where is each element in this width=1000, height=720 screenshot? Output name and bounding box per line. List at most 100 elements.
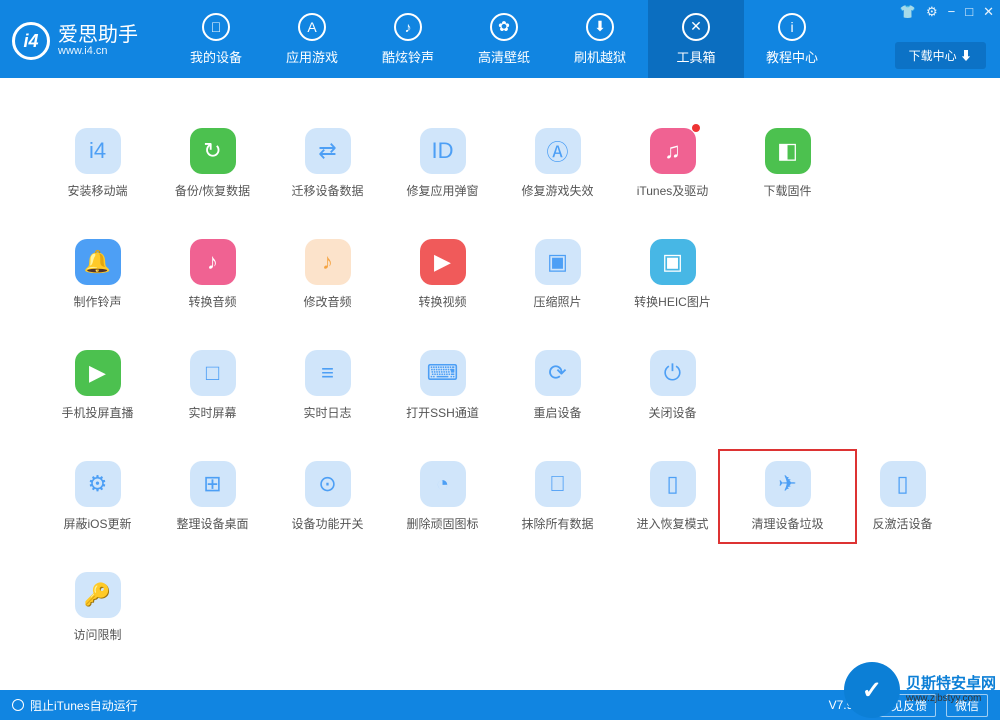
tool-label: 整理设备桌面 bbox=[176, 515, 248, 532]
nav-icon: A bbox=[298, 13, 326, 41]
main-area: i4安装移动端↻备份/恢复数据 ⇄ 迁移设备数据 ID 修复应用弹窗 Ⓐ 修复游戏失效 ♫ iT… bbox=[0, 78, 1000, 690]
tool-label: 安装移动端 bbox=[67, 182, 127, 199]
settings-icon[interactable]: ⚙ bbox=[926, 4, 938, 20]
tool-label: 清理设备垃圾 bbox=[751, 515, 823, 532]
tool-item[interactable]: ⌨ 打开SSH通道 bbox=[385, 350, 500, 421]
tool-label: 修复应用弹窗 bbox=[406, 182, 478, 199]
tool-icon: ✈ bbox=[765, 461, 811, 507]
tool-item[interactable]: ♪修改音频 bbox=[270, 239, 385, 310]
tool-item[interactable]: ↻备份/恢复数据 bbox=[155, 128, 270, 199]
nav-icon:  bbox=[202, 13, 230, 41]
tool-icon: ≡ bbox=[305, 350, 351, 396]
tool-item[interactable]: ▣转换HEIC图片 bbox=[615, 239, 730, 310]
tool-item[interactable]: ◧下载固件 bbox=[730, 128, 845, 199]
nav-icon: ✿ bbox=[490, 13, 518, 41]
tool-label: 关闭设备 bbox=[648, 404, 696, 421]
tool-item[interactable]: ▶ 手机投屏直播 bbox=[40, 350, 155, 421]
tool-label: 压缩照片 bbox=[533, 293, 581, 310]
tool-item[interactable]: ▣ 压缩照片 bbox=[500, 239, 615, 310]
tool-item[interactable]: ⊞ 整理设备桌面 bbox=[155, 461, 270, 532]
tool-icon: ⚙ bbox=[75, 461, 121, 507]
nav-icon: i bbox=[778, 13, 806, 41]
tool-item[interactable]: 抹除所有数据 bbox=[500, 461, 615, 532]
tool-label: 访问限制 bbox=[73, 626, 121, 643]
tool-icon: 🔔 bbox=[75, 239, 121, 285]
close-button[interactable]: ✕ bbox=[983, 4, 994, 20]
logo: i4 爱思助手 www.i4.cn bbox=[12, 22, 138, 60]
tool-icon: ◧ bbox=[765, 128, 811, 174]
nav-label: 教程中心 bbox=[766, 47, 818, 66]
tool-label: 反激活设备 bbox=[872, 515, 932, 532]
nav-item-1[interactable]: A 应用游戏 bbox=[264, 0, 360, 78]
minimize-button[interactable]: − bbox=[948, 4, 956, 20]
tool-item[interactable]: ≡实时日志 bbox=[270, 350, 385, 421]
tool-item[interactable]: ▯进入恢复模式 bbox=[615, 461, 730, 532]
download-center-button[interactable]: 下载中心 ⬇ bbox=[895, 42, 986, 69]
tool-icon: 🔑 bbox=[75, 572, 121, 618]
tool-icon:  bbox=[535, 461, 581, 507]
tool-item[interactable]: 🔑 访问限制 bbox=[40, 572, 155, 643]
tool-item[interactable]: 🔔制作铃声 bbox=[40, 239, 155, 310]
nav-item-6[interactable]: i 教程中心 bbox=[744, 0, 840, 78]
nav-item-0[interactable]: 我的设备 bbox=[168, 0, 264, 78]
tool-label: 迁移设备数据 bbox=[291, 182, 363, 199]
tool-label: 转换音频 bbox=[188, 293, 236, 310]
nav-item-5[interactable]: ✕工具箱 bbox=[648, 0, 744, 78]
tool-item[interactable]: ◔删除顽固图标 bbox=[385, 461, 500, 532]
watermark-title: 贝斯特安卓网 bbox=[906, 675, 996, 693]
tool-icon: ⇄ bbox=[305, 128, 351, 174]
tool-label: 转换视频 bbox=[418, 293, 466, 310]
skin-icon[interactable]: 👕 bbox=[900, 4, 916, 20]
nav-item-3[interactable]: ✿ 高清壁纸 bbox=[456, 0, 552, 78]
tool-icon: ID bbox=[420, 128, 466, 174]
maximize-button[interactable]: □ bbox=[965, 4, 973, 20]
watermark-url: www.zjbstyy.com bbox=[906, 693, 996, 705]
tool-icon: ▣ bbox=[535, 239, 581, 285]
tool-item[interactable]: ⏻关闭设备 bbox=[615, 350, 730, 421]
tool-label: 重启设备 bbox=[533, 404, 581, 421]
tool-label: iTunes及驱动 bbox=[637, 182, 709, 199]
tool-icon: ⟳ bbox=[535, 350, 581, 396]
nav-icon: ⬇ bbox=[586, 13, 614, 41]
tool-label: 手机投屏直播 bbox=[61, 404, 133, 421]
nav-icon: ✕ bbox=[682, 13, 710, 41]
tool-icon: ⌨ bbox=[420, 350, 466, 396]
logo-icon: i4 bbox=[12, 22, 50, 60]
tool-label: 修复游戏失效 bbox=[521, 182, 593, 199]
tool-item[interactable]: i4安装移动端 bbox=[40, 128, 155, 199]
tool-item[interactable]: ⇄ 迁移设备数据 bbox=[270, 128, 385, 199]
tool-item[interactable]: ▯反激活设备 bbox=[845, 461, 960, 532]
tool-item[interactable]: ♪ 转换音频 bbox=[155, 239, 270, 310]
tool-label: 实时屏幕 bbox=[188, 404, 236, 421]
window-controls: 👕 ⚙ − □ ✕ bbox=[900, 4, 994, 20]
nav-item-4[interactable]: ⬇ 刷机越狱 bbox=[552, 0, 648, 78]
tool-grid: i4安装移动端↻备份/恢复数据 ⇄ 迁移设备数据 ID 修复应用弹窗 Ⓐ 修复游戏失效 ♫ iT… bbox=[40, 128, 960, 643]
tool-label: 屏蔽iOS更新 bbox=[63, 515, 131, 532]
tool-item[interactable]: Ⓐ 修复游戏失效 bbox=[500, 128, 615, 199]
nav-label: 高清壁纸 bbox=[478, 47, 530, 66]
tool-icon: ▣ bbox=[650, 239, 696, 285]
tool-icon: ♪ bbox=[190, 239, 236, 285]
watermark: ✓ 贝斯特安卓网 www.zjbstyy.com bbox=[844, 662, 996, 718]
tool-item[interactable]: □实时屏幕 bbox=[155, 350, 270, 421]
tool-item[interactable]: ▶ 转换视频 bbox=[385, 239, 500, 310]
tool-item[interactable]: ♫ iTunes及驱动 bbox=[615, 128, 730, 199]
tool-item[interactable]: ⊙设备功能开关 bbox=[270, 461, 385, 532]
tool-label: 删除顽固图标 bbox=[406, 515, 478, 532]
tool-icon: ♪ bbox=[305, 239, 351, 285]
tool-item[interactable]: ✈ 清理设备垃圾 bbox=[730, 461, 845, 532]
nav-label: 应用游戏 bbox=[286, 47, 338, 66]
tool-icon: ♫ bbox=[650, 128, 696, 174]
tool-icon: ▶ bbox=[420, 239, 466, 285]
tool-label: 打开SSH通道 bbox=[406, 404, 479, 421]
tool-item[interactable]: ⟳ 重启设备 bbox=[500, 350, 615, 421]
tool-icon: ⊞ bbox=[190, 461, 236, 507]
tool-icon: Ⓐ bbox=[535, 128, 581, 174]
block-itunes-toggle[interactable] bbox=[12, 699, 24, 711]
nav-label: 刷机越狱 bbox=[574, 47, 626, 66]
tool-item[interactable]: ID 修复应用弹窗 bbox=[385, 128, 500, 199]
nav-item-2[interactable]: ♪酷炫铃声 bbox=[360, 0, 456, 78]
tool-item[interactable]: ⚙ 屏蔽iOS更新 bbox=[40, 461, 155, 532]
tool-icon: ↻ bbox=[190, 128, 236, 174]
tool-icon: ▶ bbox=[75, 350, 121, 396]
